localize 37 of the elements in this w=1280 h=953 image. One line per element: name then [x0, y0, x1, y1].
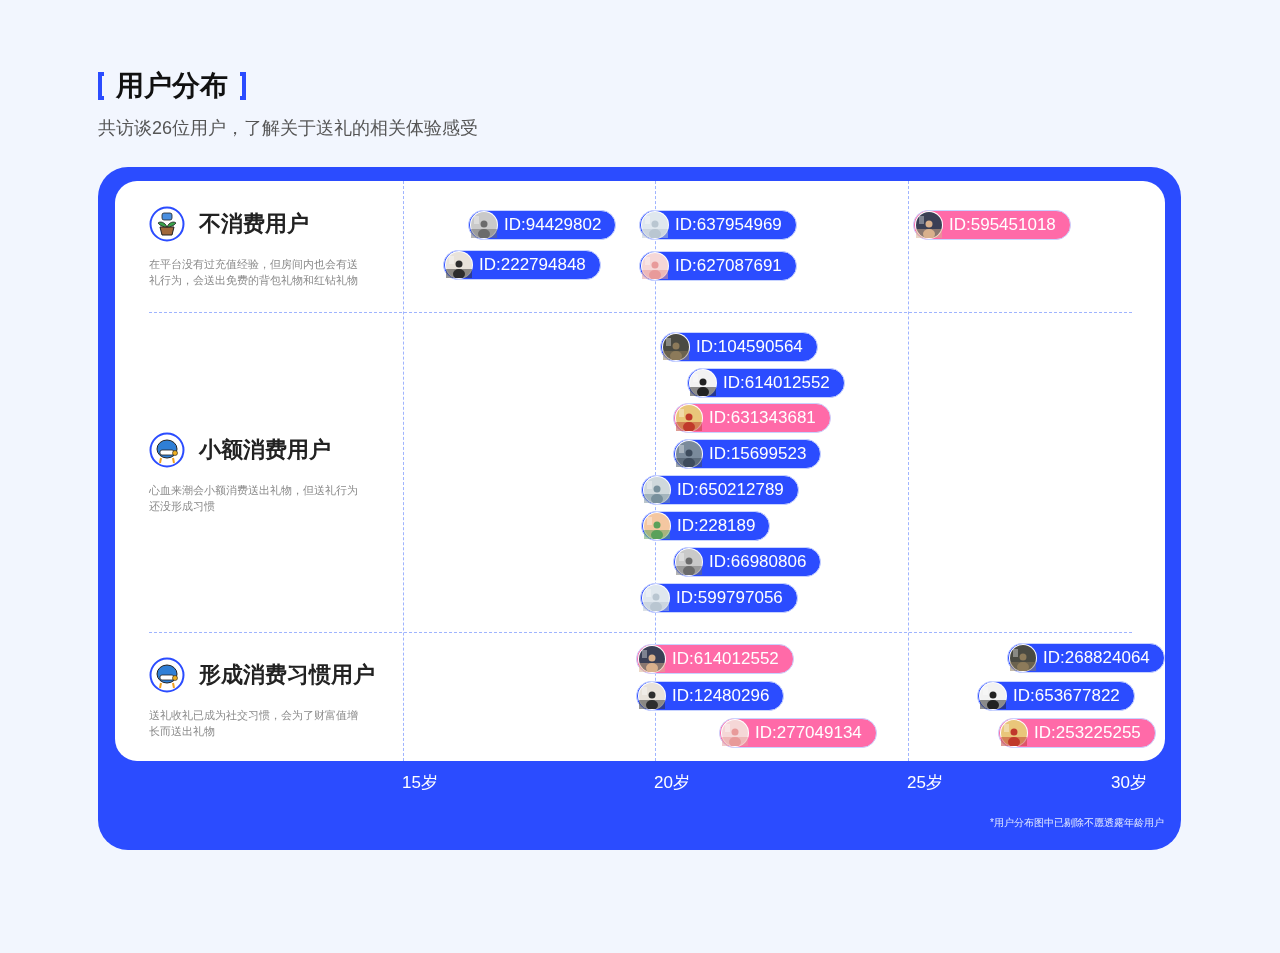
potted-plant-icon	[149, 205, 185, 242]
segment-description: 送礼收礼已成为社交习惯，会为了财富值增长而送出礼物	[149, 708, 359, 739]
user-id: ID:268824064	[1043, 648, 1150, 668]
bracket-mark	[98, 72, 104, 100]
segment-title: 小额消费用户	[199, 435, 331, 464]
user-id: ID:627087691	[675, 256, 782, 276]
user-id: ID:653677822	[1013, 686, 1120, 706]
user-id: ID:614012552	[723, 373, 830, 393]
user-id: ID:66980806	[709, 552, 807, 572]
user-id: ID:104590564	[696, 337, 803, 357]
user-id: ID:614012552	[672, 649, 779, 669]
user-id: ID:595451018	[949, 215, 1056, 235]
axis-label: 15岁	[402, 772, 438, 794]
user-id: ID:94429802	[504, 215, 602, 235]
user-id: ID:228189	[677, 516, 756, 536]
user-id: ID:277049134	[755, 723, 862, 743]
mascot-icon	[149, 431, 185, 468]
user-id: ID:253225255	[1034, 723, 1141, 743]
footnote: *用户分布图中已剔除不愿透露年龄用户	[990, 816, 1164, 830]
axis-label: 20岁	[654, 772, 690, 794]
axis-label: 25岁	[907, 772, 943, 794]
axis-label: 30岁	[1111, 772, 1147, 794]
page-title: 用户分布	[116, 69, 228, 103]
bracket-mark	[240, 72, 246, 100]
user-id: ID:15699523	[709, 444, 807, 464]
user-id: ID:650212789	[677, 480, 784, 500]
mascot-icon	[149, 657, 185, 693]
user-id: ID:599797056	[676, 588, 783, 608]
user-id: ID:12480296	[672, 686, 770, 706]
segment-description: 心血来潮会小额消费送出礼物，但送礼行为还没形成习惯	[149, 482, 359, 514]
segment-title: 形成消费习惯用户	[199, 661, 375, 689]
user-id: ID:631343681	[709, 408, 816, 428]
segment-title: 不消费用户	[199, 209, 309, 238]
segment-description: 在平台没有过充值经验，但房间内也会有送礼行为，会送出免费的背包礼物和红钻礼物	[149, 256, 359, 288]
page-subtitle: 共访谈26位用户，了解关于送礼的相关体验感受	[98, 117, 480, 140]
user-id: ID:637954969	[675, 215, 782, 235]
user-id: ID:222794848	[479, 255, 586, 275]
